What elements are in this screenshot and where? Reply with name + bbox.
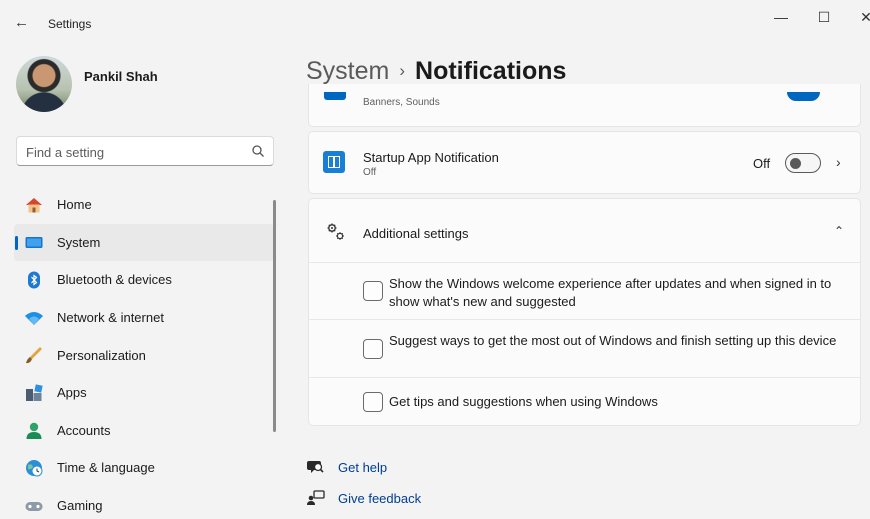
option-label: Get tips and suggestions when using Wind… [389,394,658,409]
chevron-up-icon[interactable]: ⌃ [834,224,844,238]
sidebar-item-label: Apps [57,385,87,401]
title-bar: ← Settings — ☐ ✕ [0,0,870,44]
app-title: Settings [48,17,92,31]
accounts-icon [24,421,44,441]
search-input[interactable] [26,143,226,161]
sidebar-item-label: Gaming [57,498,103,514]
close-button[interactable]: ✕ [850,6,870,28]
home-icon [24,195,44,215]
sidebar-item-label: Accounts [57,422,111,438]
give-feedback-link[interactable]: Give feedback [338,491,421,506]
sidebar-item-label: Network & internet [57,310,164,326]
sidebar-item-label: Personalization [57,347,146,363]
sidebar-scrollbar[interactable] [273,200,276,432]
checkbox-finish-setup[interactable] [363,339,383,359]
startup-app-toggle[interactable] [785,153,821,173]
breadcrumb-parent[interactable]: System [306,57,389,85]
checkbox-welcome-experience[interactable] [363,281,383,301]
sidebar-item-personalization[interactable]: Personalization [14,336,274,374]
chevron-right-icon[interactable]: › [836,154,841,170]
sidebar-item-gaming[interactable]: Gaming [14,487,274,519]
avatar[interactable] [16,56,72,112]
toggle-knob [790,157,801,169]
wifi-icon [24,308,44,328]
sidebar-item-label: System [57,234,101,250]
sidebar-item-label: Time & language [57,460,155,476]
help-icon [307,461,324,473]
page-title: Notifications [415,57,567,85]
brush-icon [24,345,44,365]
gamepad-icon [24,496,44,516]
give-feedback-row[interactable]: Give feedback [306,490,421,506]
maximize-button[interactable]: ☐ [808,6,840,28]
option-label: Suggest ways to get the most out of Wind… [389,333,837,348]
startup-app-notification-row[interactable]: Startup App Notification Off Off › [308,131,861,194]
breadcrumb: System › Notifications [306,57,566,86]
sidebar-item-home[interactable]: Home [14,186,274,224]
minimize-button[interactable]: — [765,6,797,28]
sidebar-item-system[interactable]: System [14,223,274,262]
sidebar-item-apps[interactable]: Apps [14,374,274,412]
toggle-switch[interactable] [787,92,820,101]
back-arrow-icon[interactable]: ← [14,14,32,32]
bluetooth-icon [24,270,44,290]
checkbox-tips[interactable] [363,392,383,412]
option-row-welcome-experience: Show the Windows welcome experience afte… [309,263,860,320]
active-indicator [15,235,18,250]
option-label: Show the Windows welcome experience afte… [389,276,832,309]
feedback-icon [307,490,325,505]
sidebar-nav: Home System Bluetooth & devices Network … [14,186,274,519]
sidebar-item-accounts[interactable]: Accounts [14,412,274,450]
breadcrumb-separator: › [399,61,406,80]
app-icon [324,92,346,100]
sidebar-item-time-language[interactable]: Time & language [14,449,274,487]
get-help-row[interactable]: Get help [306,459,387,475]
startup-app-icon [323,151,345,173]
settings-window: ← Settings — ☐ ✕ Pankil Shah Home System [0,0,870,519]
search-icon[interactable] [251,144,265,158]
user-name: Pankil Shah [84,69,158,84]
sidebar-item-bluetooth[interactable]: Bluetooth & devices [14,261,274,299]
row-title: Startup App Notification [363,150,499,165]
option-row-tips: Get tips and suggestions when using Wind… [309,378,860,425]
sidebar-item-label: Bluetooth & devices [57,272,172,288]
apps-icon [24,383,44,403]
additional-settings-section: Additional settings ⌃ Show the Windows w… [308,198,861,426]
additional-settings-header[interactable]: Additional settings ⌃ [309,199,860,263]
system-icon [24,233,44,253]
sidebar-item-network[interactable]: Network & internet [14,299,274,337]
toggle-state-label: Off [753,156,771,171]
notification-app-row-partial[interactable]: Banners, Sounds [308,84,861,127]
search-box[interactable] [16,136,274,166]
row-subtitle: Off [363,167,377,178]
gears-icon [327,223,344,240]
option-row-finish-setup: Suggest ways to get the most out of Wind… [309,320,860,378]
globe-clock-icon [24,458,44,478]
section-title: Additional settings [363,226,469,241]
sidebar-item-label: Home [57,197,92,213]
row-subtitle: Banners, Sounds [363,97,440,108]
get-help-link[interactable]: Get help [338,460,387,475]
